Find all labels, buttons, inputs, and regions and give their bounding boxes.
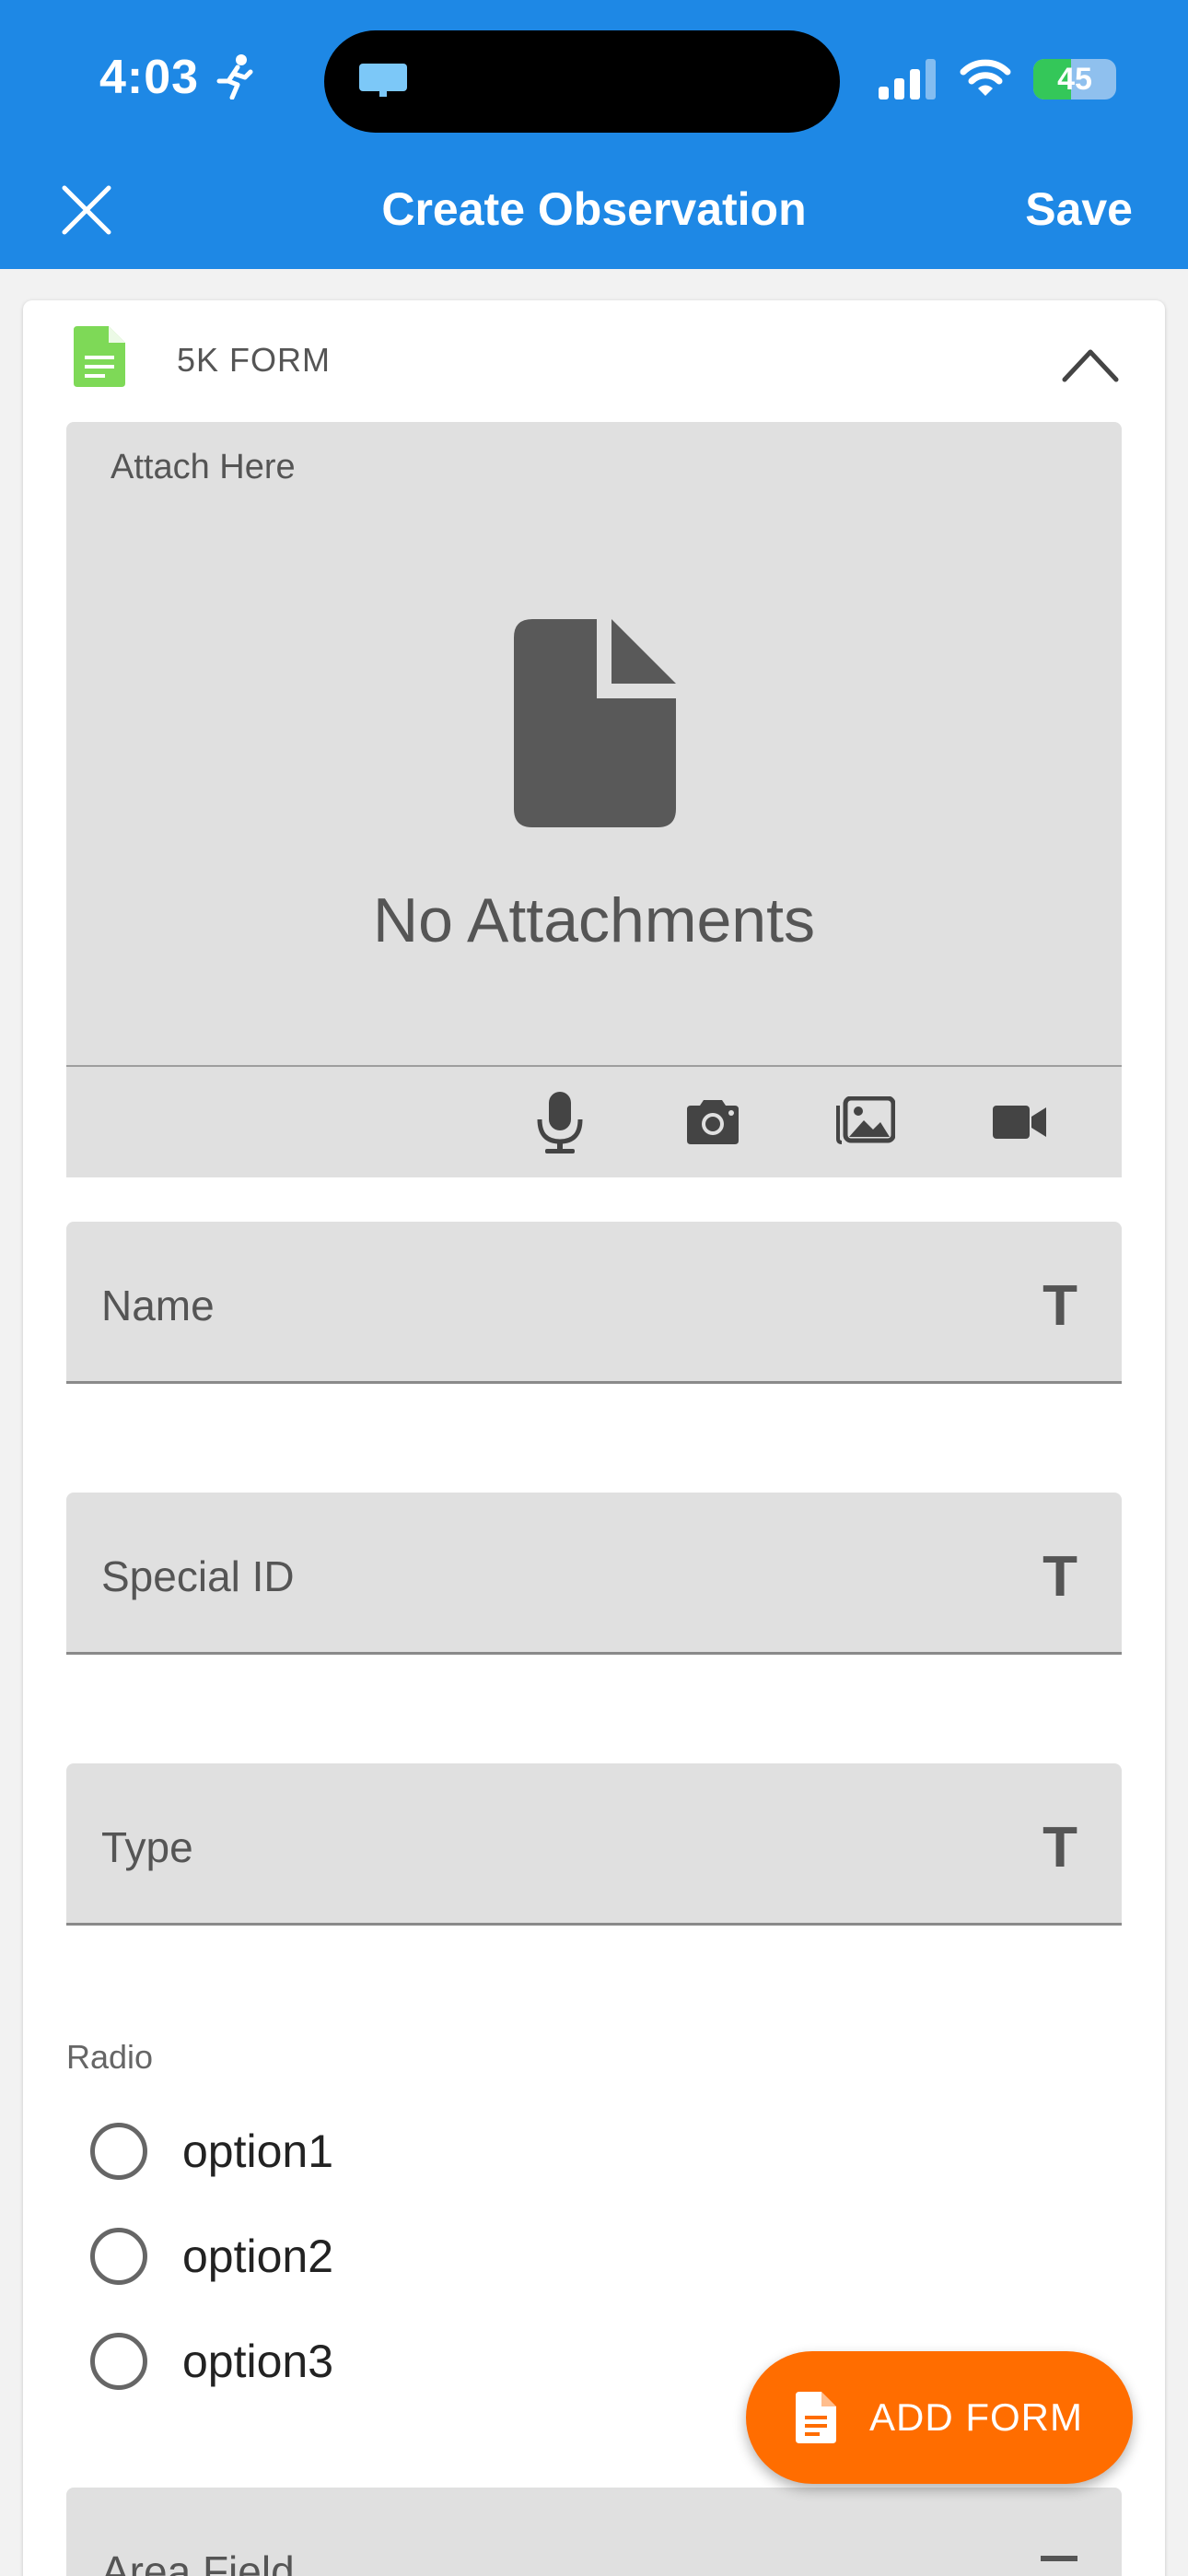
page-title: Create Observation [381, 183, 807, 235]
radio-option-1[interactable]: option1 [90, 2119, 333, 2184]
record-video-button[interactable] [984, 1085, 1057, 1159]
radio-option-2[interactable]: option2 [90, 2224, 333, 2289]
radio-button[interactable] [90, 2333, 147, 2390]
chevron-up-icon[interactable] [1061, 346, 1120, 383]
gallery-icon [836, 1096, 895, 1144]
dynamic-island [324, 30, 840, 133]
add-form-label: ADD FORM [869, 2395, 1083, 2439]
screen-share-icon [359, 64, 407, 97]
radio-group-label: Radio [66, 2038, 154, 2076]
no-attachments-text: No Attachments [372, 885, 816, 955]
battery-percent: 45 [1057, 61, 1092, 97]
special-id-field[interactable]: Special ID T [66, 1493, 1122, 1655]
area-field[interactable]: Area Field [66, 2488, 1122, 2576]
name-field-label: Name [101, 1282, 215, 1329]
text-type-icon: T [1042, 1816, 1077, 1879]
microphone-icon [537, 1092, 583, 1153]
area-field-label: Area Field [101, 2547, 295, 2576]
wifi-icon [960, 59, 1011, 96]
attachment-divider [66, 1065, 1122, 1067]
type-field[interactable]: Type T [66, 1763, 1122, 1926]
record-audio-button[interactable] [523, 1085, 597, 1159]
status-time: 4:03 [99, 51, 200, 104]
area-type-icon [1041, 2556, 1077, 2561]
special-id-field-label: Special ID [101, 1552, 295, 1600]
radio-option-3[interactable]: option3 [90, 2329, 333, 2394]
form-title: 5K FORM [177, 341, 332, 379]
name-field[interactable]: Name T [66, 1222, 1122, 1384]
attachment-label: Attach Here [111, 448, 296, 486]
radio-button[interactable] [90, 2123, 147, 2180]
attachment-area: Attach Here No Attachments [66, 422, 1122, 1177]
form-icon [796, 2392, 836, 2443]
document-icon [514, 619, 676, 827]
radio-option-label: option3 [182, 2336, 334, 2387]
radio-button[interactable] [90, 2228, 147, 2285]
radio-option-label: option1 [182, 2125, 334, 2177]
video-icon [993, 1106, 1046, 1139]
radio-option-label: option2 [182, 2231, 334, 2282]
take-photo-button[interactable] [676, 1085, 750, 1159]
camera-icon [687, 1100, 739, 1144]
pick-gallery-button[interactable] [829, 1085, 903, 1159]
save-button[interactable]: Save [1025, 182, 1133, 236]
add-form-button[interactable]: ADD FORM [746, 2351, 1133, 2484]
text-type-icon: T [1042, 1545, 1077, 1609]
text-type-icon: T [1042, 1274, 1077, 1338]
run-icon [216, 54, 253, 100]
type-field-label: Type [101, 1823, 193, 1871]
battery-icon: 45 [1033, 59, 1116, 100]
app-bar: 4:03 45 Create Observation Save [0, 0, 1188, 269]
form-document-icon [74, 326, 125, 387]
signal-icon [879, 59, 936, 100]
